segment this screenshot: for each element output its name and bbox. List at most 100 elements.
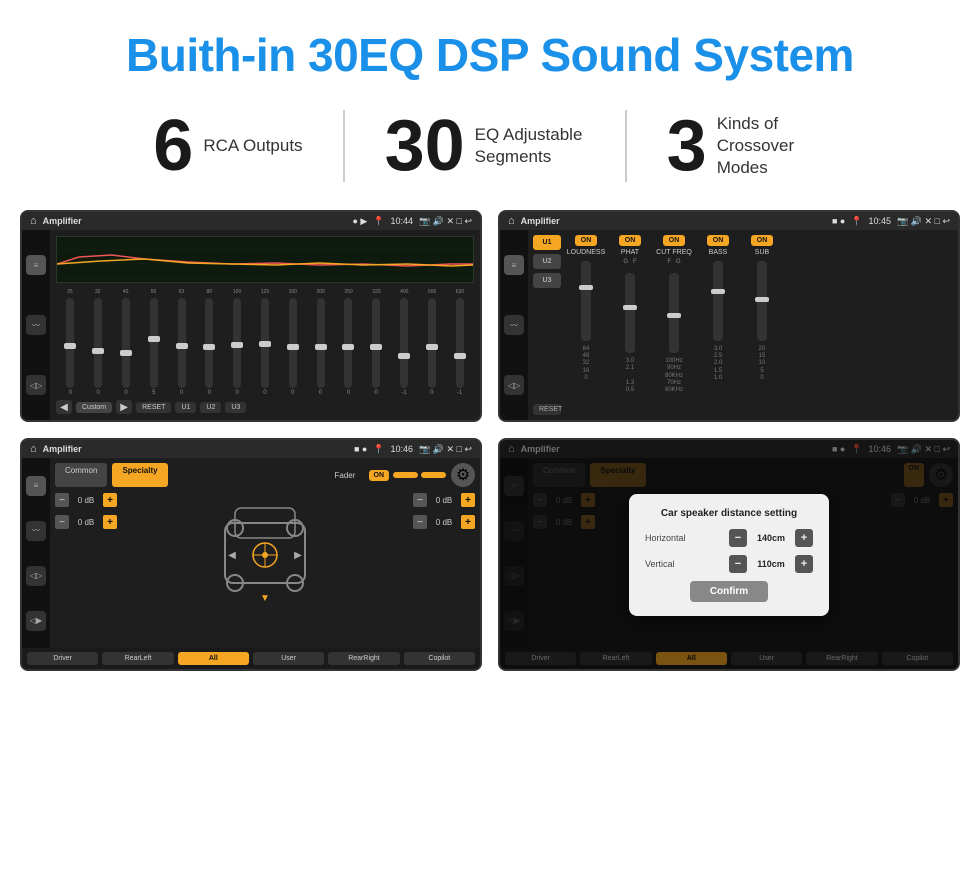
preset-u3[interactable]: U3 (533, 273, 561, 288)
eq-slider-col-200: 0 (317, 298, 325, 396)
sidebar-btn-eq-2[interactable]: ≡ (504, 255, 524, 275)
db-val-rr: 0 dB (430, 518, 458, 527)
eq-slider-col-63: 0 (178, 298, 186, 396)
btn-rearright[interactable]: RearRight (328, 652, 399, 665)
screens-grid: ⌂ Amplifier ● ▶ 📍 10:44 📷 🔊 ✕ □ ↩ ≡ 〰 ◁▷ (0, 210, 980, 691)
eq-slider-track-250[interactable] (344, 298, 352, 388)
tab-common[interactable]: Common (55, 463, 107, 487)
db-plus-fl[interactable]: + (103, 493, 117, 507)
sidebar-btn-vol-2[interactable]: ◁▷ (504, 375, 524, 395)
btn-rearleft[interactable]: RearLeft (102, 652, 173, 665)
db-plus-rr[interactable]: + (461, 515, 475, 529)
btn-all[interactable]: All (178, 652, 249, 665)
amp-presets: U1 U2 U3 RESET (533, 235, 561, 415)
sidebar-btn-wave-3[interactable]: 〰 (26, 521, 46, 541)
eq-slider-track-80[interactable] (205, 298, 213, 388)
eq-freq-label-500: 500 (418, 289, 446, 295)
btn-user[interactable]: User (253, 652, 324, 665)
preset-u2[interactable]: U2 (533, 254, 561, 269)
eq-slider-track-50[interactable] (150, 298, 158, 388)
eq-slider-track-25[interactable] (66, 298, 74, 388)
sidebar-btn-eq[interactable]: ≡ (26, 255, 46, 275)
eq-slider-thumb-320 (370, 344, 382, 350)
dialog-plus-v[interactable]: + (795, 555, 813, 573)
u3-btn[interactable]: U3 (225, 402, 246, 413)
amp-reset[interactable]: RESET (533, 404, 561, 415)
next-preset-btn[interactable]: ▶ (116, 400, 132, 414)
u1-btn[interactable]: U1 (175, 402, 196, 413)
sidebar-btn-vol[interactable]: ◁▷ (26, 375, 46, 395)
eq-slider-col-160: 0 (289, 298, 297, 396)
db-minus-rr[interactable]: − (413, 515, 427, 529)
dialog-control-h: − 140cm + (729, 529, 813, 547)
eq-slider-track-630[interactable] (456, 298, 464, 388)
eq-slider-track-32[interactable] (94, 298, 102, 388)
eq-slider-track-500[interactable] (428, 298, 436, 388)
db-plus-rl[interactable]: + (103, 515, 117, 529)
sidebar-btn-vol-3[interactable]: ◁▷ (26, 566, 46, 586)
eq-slider-track-320[interactable] (372, 298, 380, 388)
eq-slider-track-200[interactable] (317, 298, 325, 388)
fader-slider-h-1[interactable] (393, 472, 418, 478)
fader-sliders (393, 472, 446, 478)
dialog-minus-h[interactable]: − (729, 529, 747, 547)
eq-slider-thumb-500 (426, 344, 438, 350)
btn-copilot[interactable]: Copilot (404, 652, 475, 665)
eq-val-25: 0 (69, 390, 72, 396)
eq-sliders: 000500000000-10-1 (56, 298, 474, 396)
loudness-slider[interactable] (581, 261, 591, 341)
eq-slider-track-400[interactable] (400, 298, 408, 388)
fader-slider-h-2[interactable] (421, 472, 446, 478)
db-minus-fl[interactable]: − (55, 493, 69, 507)
home-icon[interactable]: ⌂ (30, 215, 37, 227)
phat-toggle[interactable]: ON (619, 235, 642, 246)
sidebar-btn-wave[interactable]: 〰 (26, 315, 46, 335)
eq-slider-track-125[interactable] (261, 298, 269, 388)
db-minus-fr[interactable]: − (413, 493, 427, 507)
home-icon-2[interactable]: ⌂ (508, 215, 515, 227)
eq-slider-track-100[interactable] (233, 298, 241, 388)
db-minus-rl[interactable]: − (55, 515, 69, 529)
sub-toggle[interactable]: ON (751, 235, 774, 246)
confirm-button[interactable]: Confirm (690, 581, 768, 602)
dialog-plus-h[interactable]: + (795, 529, 813, 547)
status-dot: ● ▶ (352, 216, 367, 227)
cutfreq-slider[interactable] (669, 273, 679, 353)
phat-slider[interactable] (625, 273, 635, 353)
eq-slider-thumb-125 (259, 341, 271, 347)
fader-toggle[interactable]: ON (369, 470, 390, 481)
eq-bottom[interactable]: ◀ Custom ▶ RESET U1 U2 U3 (56, 400, 474, 414)
stat-number-crossover: 3 (667, 110, 707, 182)
preset-name[interactable]: Custom (76, 402, 112, 413)
preset-u1[interactable]: U1 (533, 235, 561, 250)
loudness-toggle[interactable]: ON (575, 235, 598, 246)
bass-slider[interactable] (713, 261, 723, 341)
bass-toggle[interactable]: ON (707, 235, 730, 246)
page-title: Buith-in 30EQ DSP Sound System (0, 0, 980, 100)
phat-col: ON PHAT G F 3.02.11.30.5 (610, 235, 650, 415)
eq-slider-thumb-630 (454, 353, 466, 359)
eq-val-500: 0 (430, 390, 433, 396)
reset-btn-1[interactable]: RESET (136, 402, 171, 413)
sidebar-btn-eq-3[interactable]: ≡ (26, 476, 46, 496)
eq-freq-label-80: 80 (195, 289, 223, 295)
eq-slider-track-160[interactable] (289, 298, 297, 388)
sidebar-btn-speaker[interactable]: ◁▶ (26, 611, 46, 631)
eq-slider-track-40[interactable] (122, 298, 130, 388)
stat-number-eq: 30 (385, 110, 465, 182)
btn-driver[interactable]: Driver (27, 652, 98, 665)
svg-text:▼: ▼ (260, 593, 270, 604)
eq-slider-track-63[interactable] (178, 298, 186, 388)
cutfreq-toggle[interactable]: ON (663, 235, 686, 246)
prev-preset-btn[interactable]: ◀ (56, 400, 72, 414)
settings-icon[interactable]: ⚙ (451, 463, 475, 487)
sub-slider[interactable] (757, 261, 767, 341)
sidebar-btn-wave-2[interactable]: 〰 (504, 315, 524, 335)
eq-slider-thumb-50 (148, 336, 160, 342)
db-plus-fr[interactable]: + (461, 493, 475, 507)
home-icon-3[interactable]: ⌂ (30, 443, 37, 455)
u2-btn[interactable]: U2 (200, 402, 221, 413)
tab-specialty[interactable]: Specialty (112, 463, 167, 487)
dialog-minus-v[interactable]: − (729, 555, 747, 573)
stat-item-rca: 6 RCA Outputs (113, 110, 342, 182)
